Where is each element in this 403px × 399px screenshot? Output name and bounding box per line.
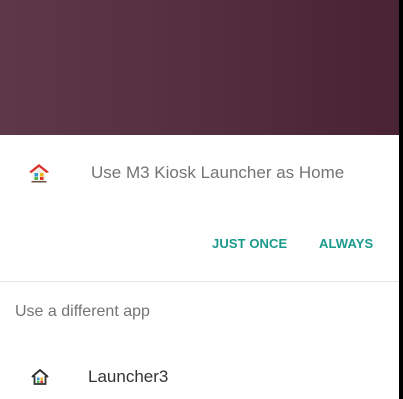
primary-app-label: Use M3 Kiosk Launcher as Home (91, 163, 345, 182)
just-once-button[interactable]: JUST ONCE (212, 236, 287, 251)
always-button[interactable]: ALWAYS (319, 236, 373, 251)
other-apps-heading: Use a different app (15, 303, 150, 320)
section-divider (0, 281, 401, 282)
action-buttons: JUST ONCE ALWAYS (0, 236, 401, 256)
app-option-launcher3[interactable]: Launcher3 (0, 363, 401, 391)
wallpaper-background (0, 0, 401, 135)
screen: Use M3 Kiosk Launcher as Home JUST ONCE … (0, 0, 401, 399)
house-icon (30, 367, 50, 387)
screen-edge (399, 0, 401, 399)
kiosk-home-icon (28, 162, 50, 184)
home-app-chooser-sheet: Use M3 Kiosk Launcher as Home JUST ONCE … (0, 135, 401, 399)
app-option-label: Launcher3 (88, 367, 169, 386)
primary-app-row[interactable]: Use M3 Kiosk Launcher as Home (0, 154, 401, 192)
